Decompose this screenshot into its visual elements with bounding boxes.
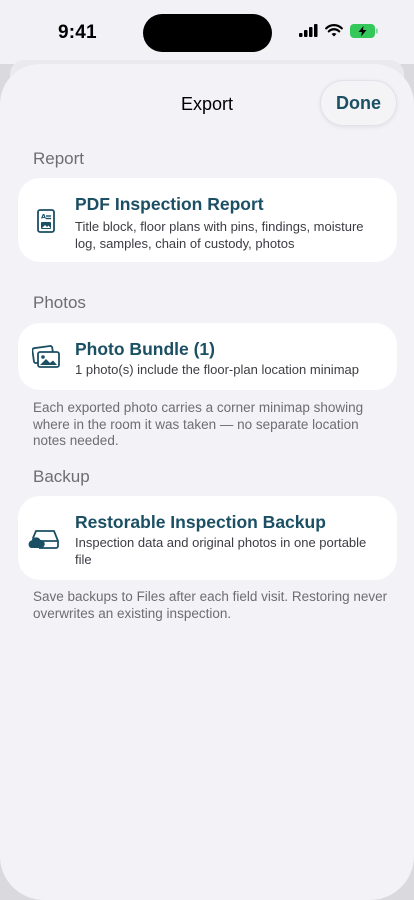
svg-text:A: A xyxy=(41,213,46,221)
dynamic-island xyxy=(143,14,272,52)
backup-footer-note: Save backups to Files after each field v… xyxy=(33,589,388,621)
card-subtitle: 1 photo(s) include the floor-plan locati… xyxy=(75,362,359,377)
section-header-report: Report xyxy=(33,149,85,168)
card-title: Photo Bundle (1) xyxy=(75,339,215,359)
card-subtitle: Title block, floor plans with pins, find… xyxy=(75,219,364,251)
card-subtitle: Inspection data and original photos in o… xyxy=(75,535,367,567)
cellular-signal-icon xyxy=(299,24,318,42)
done-button[interactable]: Done xyxy=(320,80,397,126)
section-header-photos: Photos xyxy=(33,293,86,312)
backup-card[interactable]: Restorable Inspection Backup Inspection … xyxy=(18,496,397,580)
status-time: 9:41 xyxy=(58,22,97,43)
card-title: PDF Inspection Report xyxy=(75,194,264,214)
card-title: Restorable Inspection Backup xyxy=(75,512,326,532)
drive-cloud-icon xyxy=(27,524,61,552)
wifi-icon xyxy=(325,24,343,42)
export-sheet: Export Done Report A PDF Inspection Repo… xyxy=(0,64,414,900)
battery-charging-icon xyxy=(350,23,378,43)
status-bar: 9:41 xyxy=(0,0,414,64)
photo-bundle-card[interactable]: Photo Bundle (1) 1 photo(s) include the … xyxy=(18,323,397,390)
pdf-report-card[interactable]: A PDF Inspection Report Title block, flo… xyxy=(18,178,397,262)
status-icons xyxy=(299,23,378,43)
photos-footer-note: Each exported photo carries a corner min… xyxy=(33,400,364,448)
photo-stack-icon xyxy=(31,343,60,371)
document-photo-icon: A xyxy=(32,207,60,235)
section-header-backup: Backup xyxy=(33,467,90,486)
